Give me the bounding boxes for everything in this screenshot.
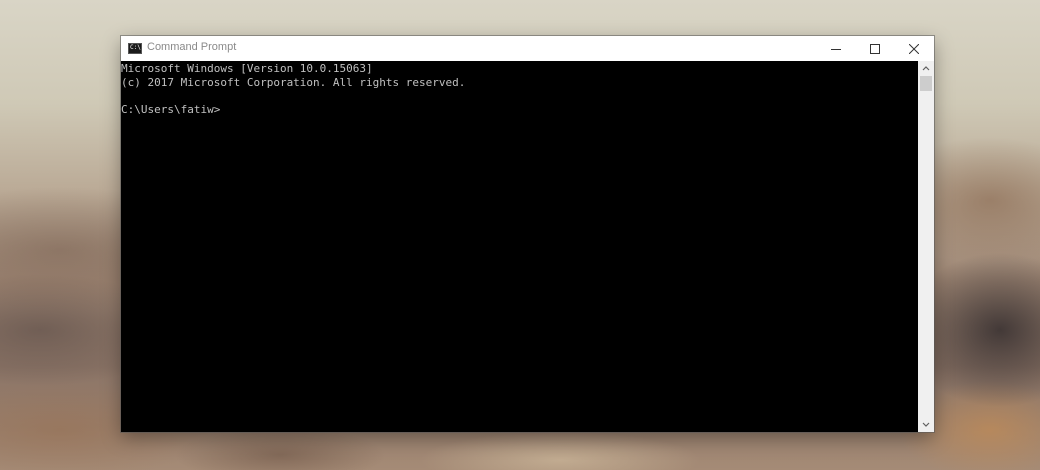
- terminal-output[interactable]: Microsoft Windows [Version 10.0.15063] (…: [121, 61, 918, 432]
- scrollbar-thumb[interactable]: [920, 76, 932, 91]
- command-prompt-window[interactable]: C:\ Command Prompt Microsoft Windows [Ve…: [121, 36, 934, 432]
- maximize-button[interactable]: [855, 36, 894, 61]
- minimize-icon: [830, 48, 841, 50]
- chevron-up-icon: [922, 66, 930, 71]
- terminal-line: Microsoft Windows [Version 10.0.15063]: [121, 62, 373, 75]
- maximize-icon: [869, 43, 880, 54]
- close-button[interactable]: [894, 36, 933, 61]
- minimize-button[interactable]: [816, 36, 855, 61]
- command-prompt-line[interactable]: C:\Users\fatiw>: [121, 103, 918, 117]
- terminal-line: (c) 2017 Microsoft Corporation. All righ…: [121, 75, 466, 89]
- app-icon-glyph: C:\: [130, 44, 141, 51]
- title-bar[interactable]: C:\ Command Prompt: [121, 36, 934, 61]
- window-title: Command Prompt: [147, 41, 237, 53]
- close-icon: [908, 43, 919, 54]
- scroll-down-button[interactable]: [918, 418, 934, 432]
- scroll-up-button[interactable]: [918, 61, 934, 75]
- command-prompt-icon[interactable]: C:\: [128, 43, 142, 54]
- chevron-down-icon: [922, 422, 930, 427]
- vertical-scrollbar[interactable]: [918, 61, 934, 432]
